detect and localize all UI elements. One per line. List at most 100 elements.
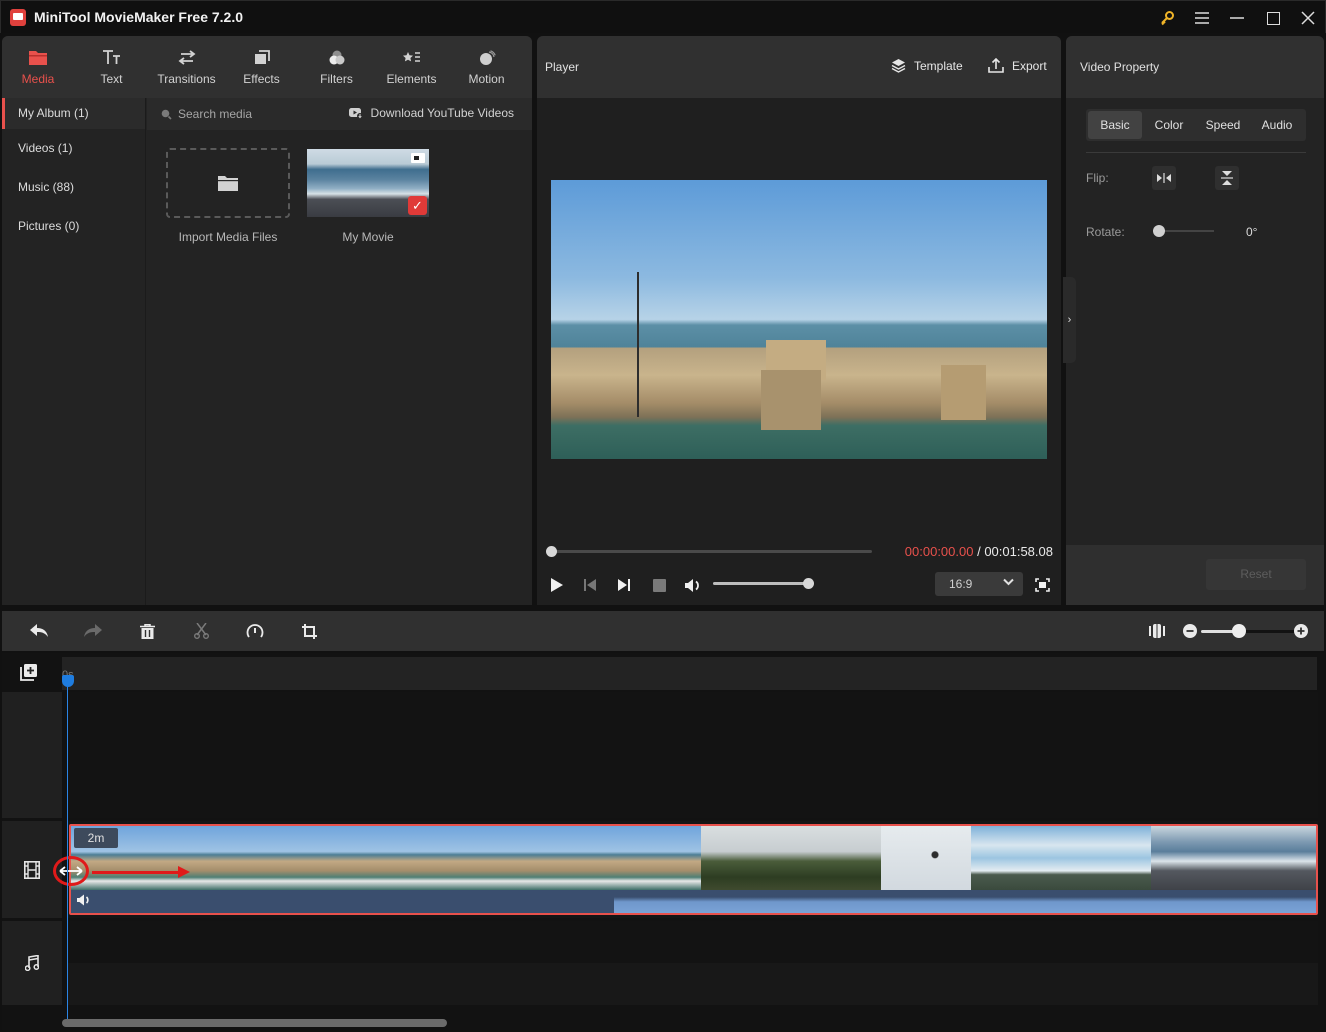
tab-effects[interactable]: Effects	[224, 36, 299, 98]
zoom-out-icon	[1183, 624, 1197, 638]
album-nav: My Album (1) Videos (1) Music (88) Pictu…	[2, 98, 146, 605]
folder-icon	[27, 49, 49, 67]
album-item-videos[interactable]: Videos (1)	[2, 129, 145, 168]
flip-horizontal-icon	[1157, 173, 1171, 183]
timeline-ruler[interactable]: 0s	[62, 657, 1317, 690]
layers-icon	[891, 58, 906, 73]
timeline-horizontal-scrollbar[interactable]	[62, 1019, 447, 1027]
rotate-slider[interactable]	[1153, 225, 1214, 237]
app-logo-icon	[10, 9, 26, 26]
delete-button[interactable]	[136, 621, 158, 641]
playback-progress-slider[interactable]	[546, 546, 872, 557]
next-frame-button[interactable]	[615, 576, 633, 594]
add-track-button[interactable]	[20, 663, 40, 683]
fit-timeline-icon	[1149, 624, 1165, 638]
album-item-pictures[interactable]: Pictures (0)	[2, 207, 145, 246]
download-youtube-button[interactable]: Download YouTube Videos	[348, 106, 514, 120]
add-track-icon	[20, 663, 40, 681]
tab-text[interactable]: Text	[74, 36, 149, 98]
export-icon	[988, 58, 1004, 73]
title-bar: MiniTool MovieMaker Free 7.2.0	[0, 0, 1326, 33]
volume-slider[interactable]	[713, 578, 814, 589]
video-clip[interactable]: 2m	[69, 824, 1318, 915]
music-track-lane-lower[interactable]	[68, 963, 1318, 1005]
minimize-icon[interactable]	[1223, 6, 1251, 30]
aspect-ratio-value: 16:9	[949, 577, 973, 591]
media-content: Search media Download YouTube Videos Imp…	[147, 98, 532, 605]
tab-filters[interactable]: Filters	[299, 36, 374, 98]
video-camera-icon	[411, 153, 425, 163]
rotate-value: 0°	[1246, 225, 1258, 239]
album-item-music[interactable]: Music (88)	[2, 168, 145, 207]
template-button[interactable]: Template	[891, 58, 963, 73]
tab-color[interactable]: Color	[1142, 111, 1196, 139]
track-lane-empty[interactable]	[68, 692, 1318, 818]
tab-audio[interactable]: Audio	[1250, 111, 1304, 139]
playhead-line	[67, 679, 68, 1019]
transitions-icon	[176, 49, 198, 67]
fullscreen-button[interactable]	[1033, 576, 1051, 594]
tab-elements[interactable]: Elements	[374, 36, 449, 98]
search-input[interactable]: Search media	[161, 107, 252, 121]
stop-button[interactable]	[650, 576, 668, 594]
undo-button[interactable]	[28, 621, 50, 641]
tab-speed[interactable]: Speed	[1196, 111, 1250, 139]
maximize-icon[interactable]	[1259, 6, 1287, 30]
speed-button[interactable]	[244, 621, 266, 641]
rotate-handle[interactable]	[1153, 225, 1165, 237]
rotate-label: Rotate:	[1086, 225, 1125, 239]
import-media-button[interactable]	[166, 148, 290, 218]
export-button[interactable]: Export	[988, 58, 1047, 73]
menu-icon[interactable]	[1188, 6, 1216, 30]
clip-frame-thumbnail	[701, 826, 791, 890]
collapse-panel-button[interactable]: ›	[1063, 277, 1076, 363]
timeline-zoom-handle[interactable]	[1231, 624, 1246, 638]
crop-button[interactable]	[298, 621, 320, 641]
elements-icon	[401, 49, 423, 67]
playhead-handle[interactable]	[62, 675, 74, 687]
speed-icon	[246, 623, 264, 639]
preview-detail	[761, 370, 821, 430]
flip-vertical-button[interactable]	[1215, 166, 1239, 190]
chevron-down-icon	[1003, 578, 1014, 586]
zoom-in-button[interactable]	[1290, 621, 1312, 641]
clip-frames	[71, 826, 1316, 890]
clip-frame-thumbnail	[521, 826, 611, 890]
player-title: Player	[545, 60, 580, 74]
audio-waveform	[614, 897, 1316, 913]
tab-basic[interactable]: Basic	[1088, 111, 1142, 139]
property-tabs: Basic Color Speed Audio	[1086, 109, 1306, 141]
album-item-my-album[interactable]: My Album (1)	[2, 98, 145, 129]
zoom-out-button[interactable]	[1179, 621, 1201, 641]
volume-handle[interactable]	[803, 578, 814, 589]
previous-frame-button[interactable]	[581, 576, 599, 594]
split-button[interactable]	[190, 621, 212, 641]
trim-handle-highlight[interactable]	[53, 856, 89, 886]
clip-frame-thumbnail	[791, 826, 881, 890]
redo-button[interactable]	[82, 621, 104, 641]
clip-frame-thumbnail	[341, 826, 431, 890]
fit-timeline-button[interactable]	[1146, 621, 1168, 641]
playback-progress-handle[interactable]	[546, 546, 557, 557]
clip-volume-icon[interactable]	[77, 894, 91, 906]
timeline-zoom-slider[interactable]	[1201, 624, 1300, 638]
import-media-label: Import Media Files	[178, 230, 278, 244]
music-track-lane[interactable]	[68, 921, 1318, 963]
flip-horizontal-button[interactable]	[1152, 166, 1176, 190]
tab-media[interactable]: Media	[2, 36, 74, 98]
tab-motion[interactable]: Motion	[449, 36, 524, 98]
aspect-ratio-select[interactable]: 16:9	[935, 572, 1023, 596]
timecode: 00:00:00.00 / 00:01:58.08	[905, 544, 1053, 559]
media-tabbar: Media Text Transitions Effects Filters E…	[2, 36, 532, 98]
film-icon	[24, 860, 40, 879]
media-item-my-movie[interactable]: ✓	[307, 149, 429, 217]
play-button[interactable]	[547, 576, 565, 594]
tab-transitions[interactable]: Transitions	[149, 36, 224, 98]
video-preview[interactable]	[551, 180, 1047, 459]
volume-icon[interactable]	[684, 576, 702, 594]
close-icon[interactable]	[1294, 6, 1322, 30]
key-icon[interactable]	[1153, 6, 1181, 30]
export-label: Export	[1012, 58, 1047, 73]
reset-button[interactable]: Reset	[1206, 559, 1306, 590]
template-label: Template	[914, 58, 963, 73]
